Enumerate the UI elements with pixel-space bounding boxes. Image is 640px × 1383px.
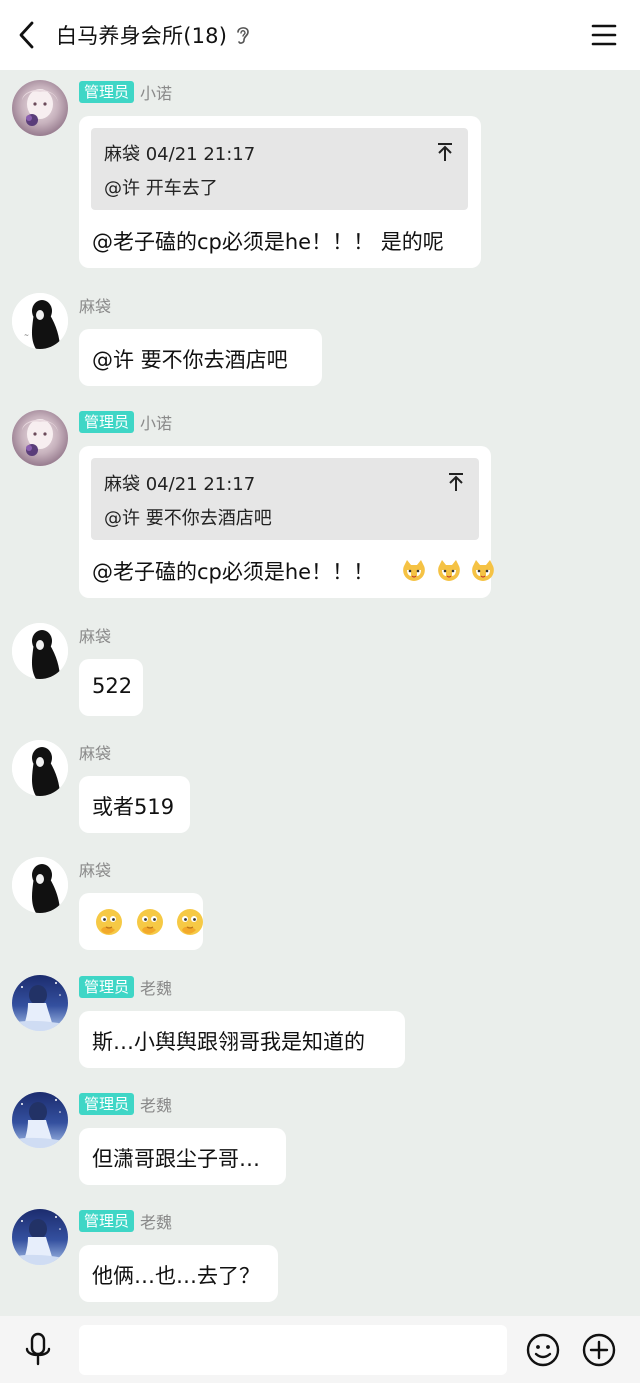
message-meta: 管理员 小诺 xyxy=(79,81,172,103)
voice-button[interactable] xyxy=(22,1332,54,1368)
message-meta: 麻袋 xyxy=(79,294,111,316)
message-bubble[interactable]: 或者519 xyxy=(79,776,190,833)
smiley-icon xyxy=(526,1333,560,1367)
message-text: @老子磕的cp必须是he！！！ 是的呢 xyxy=(92,230,444,254)
message-text: 但潇哥跟尘子哥… xyxy=(92,1147,260,1171)
sender-name: 麻袋 xyxy=(79,627,112,646)
admin-badge: 管理员 xyxy=(79,976,135,998)
emoji-button[interactable] xyxy=(525,1332,561,1368)
avatar[interactable] xyxy=(12,857,68,913)
message-meta: 管理员 老魏 xyxy=(79,1210,172,1232)
chat-title: 白马养身会所(18) xyxy=(56,24,228,48)
quote-header: 麻袋 04/21 21:17 xyxy=(104,144,256,165)
avatar[interactable] xyxy=(12,1209,68,1265)
message-text: 522 xyxy=(92,674,133,698)
message-bubble[interactable]: @许 要不你去酒店吧 xyxy=(79,329,322,386)
chat-header: 白马养身会所(18) xyxy=(0,0,640,70)
sender-name: 小诺 xyxy=(140,414,173,433)
message-meta: 管理员 老魏 xyxy=(79,1093,172,1115)
sender-name: 小诺 xyxy=(140,84,173,103)
emoji-group xyxy=(399,558,496,584)
message-bubble[interactable] xyxy=(79,893,206,950)
message-text: @老子磕的cp必须是he！！！ xyxy=(92,560,375,584)
message-text: 斯…小舆舆跟翎哥我是知道的 xyxy=(92,1030,365,1054)
message-bubble[interactable]: 麻袋 04/21 21:17 @许 要不你去酒店吧 @老子磕的cp必须是he！！… xyxy=(79,446,495,598)
avatar[interactable] xyxy=(12,740,68,796)
quote-header: 麻袋 04/21 21:17 xyxy=(104,474,256,495)
menu-button[interactable] xyxy=(590,22,618,48)
sender-name: 麻袋 xyxy=(79,744,112,763)
message-bubble[interactable]: 但潇哥跟尘子哥… xyxy=(79,1128,286,1185)
ear-icon xyxy=(235,24,251,46)
admin-badge: 管理员 xyxy=(79,1210,135,1232)
thinking-emoji-icon xyxy=(96,909,122,935)
cat-emoji-icon xyxy=(472,560,495,581)
avatar[interactable] xyxy=(12,80,68,136)
message-meta: 麻袋 xyxy=(79,624,111,646)
emoji-group xyxy=(91,906,206,938)
quote-body: @许 开车去了 xyxy=(104,178,218,199)
quoted-message[interactable]: 麻袋 04/21 21:17 @许 开车去了 xyxy=(91,128,468,210)
svg-text:~: ~ xyxy=(24,332,29,339)
sender-name: 麻袋 xyxy=(79,861,112,880)
message-meta: 麻袋 xyxy=(79,858,111,880)
pin-top-icon[interactable] xyxy=(436,142,454,162)
thinking-emoji-icon xyxy=(136,909,163,935)
cat-emoji-icon xyxy=(437,560,460,581)
message-bubble[interactable]: 他俩…也…去了？ xyxy=(79,1245,278,1302)
avatar[interactable] xyxy=(12,410,68,466)
quoted-message[interactable]: 麻袋 04/21 21:17 @许 要不你去酒店吧 xyxy=(91,458,479,540)
chevron-left-icon xyxy=(19,21,34,49)
sender-name: 老魏 xyxy=(140,979,173,998)
chat-title-area[interactable]: 白马养身会所(18) xyxy=(56,18,251,52)
input-bar xyxy=(0,1316,640,1383)
admin-badge: 管理员 xyxy=(79,1093,135,1115)
admin-badge: 管理员 xyxy=(79,81,135,103)
message-bubble[interactable]: 斯…小舆舆跟翎哥我是知道的 xyxy=(79,1011,405,1068)
message-meta: 麻袋 xyxy=(79,741,111,763)
hamburger-menu-icon xyxy=(591,24,617,46)
message-bubble[interactable]: 麻袋 04/21 21:17 @许 开车去了 @老子磕的cp必须是he！！！ 是… xyxy=(79,116,481,268)
message-text: @许 要不你去酒店吧 xyxy=(92,348,288,372)
avatar[interactable] xyxy=(12,1092,68,1148)
quote-body: @许 要不你去酒店吧 xyxy=(104,508,272,529)
avatar[interactable]: ~ xyxy=(12,293,68,349)
sender-name: 老魏 xyxy=(140,1096,173,1115)
more-button[interactable] xyxy=(581,1332,617,1368)
message-meta: 管理员 小诺 xyxy=(79,411,172,433)
sender-name: 老魏 xyxy=(140,1213,173,1232)
message-bubble[interactable]: 522 xyxy=(79,659,143,716)
avatar[interactable] xyxy=(12,975,68,1031)
message-input[interactable] xyxy=(79,1325,507,1375)
back-button[interactable] xyxy=(12,17,42,53)
message-meta: 管理员 老魏 xyxy=(79,976,172,998)
microphone-icon xyxy=(25,1332,51,1366)
pin-top-icon[interactable] xyxy=(447,472,465,492)
avatar[interactable] xyxy=(12,623,68,679)
message-text: 他俩…也…去了？ xyxy=(92,1264,260,1288)
thinking-emoji-icon xyxy=(177,909,204,935)
message-text: 或者519 xyxy=(92,795,175,819)
message-list[interactable]: 管理员 小诺 麻袋 04/21 21:17 @许 开车去了 @老子磕的cp必须是… xyxy=(0,70,640,1316)
plus-circle-icon xyxy=(582,1333,616,1367)
cat-emoji-icon xyxy=(403,560,425,581)
sender-name: 麻袋 xyxy=(79,297,112,316)
admin-badge: 管理员 xyxy=(79,411,135,433)
